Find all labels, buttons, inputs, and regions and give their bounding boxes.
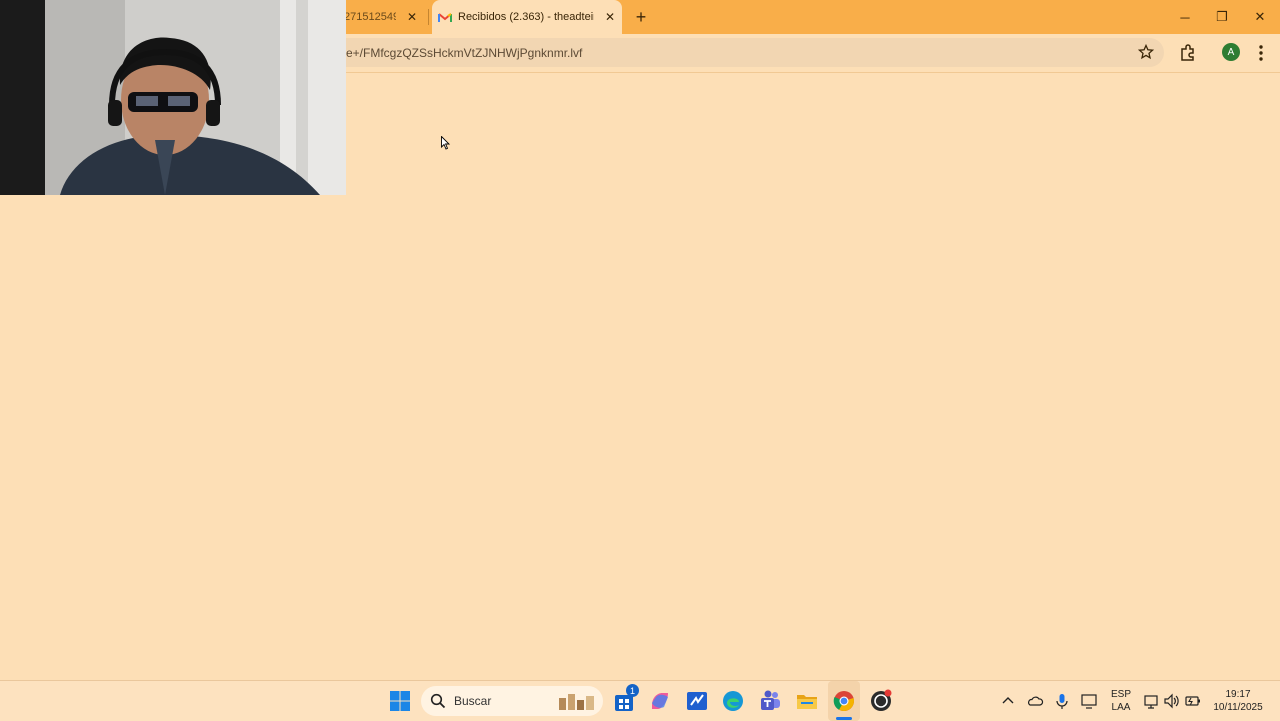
webcam-person-image [0, 0, 346, 195]
restore-button[interactable]: ❐ [1203, 0, 1241, 34]
taskbar-clock[interactable]: 19:17 10/11/2025 [1207, 688, 1269, 714]
tab-close-icon[interactable]: ✕ [602, 9, 618, 25]
tab-label: 271512549 [344, 11, 396, 23]
address-url: e+/FMfcgzQZSsHckmVtZJNHWjPgnknmr.lvf [346, 45, 583, 60]
language-line2: LAA [1111, 702, 1131, 713]
close-window-button[interactable]: ✕ [1241, 0, 1279, 34]
gmail-icon [438, 12, 452, 23]
tab-label: Recibidos (2.363) - theadteinzk [458, 11, 594, 23]
microphone-icon[interactable] [1054, 692, 1070, 710]
edge-icon[interactable] [721, 689, 745, 713]
display-icon[interactable] [1080, 692, 1098, 710]
store-icon[interactable]: 1 [612, 684, 639, 713]
mouse-cursor-icon [441, 136, 451, 150]
chrome-icon [833, 691, 854, 712]
chevron-up-icon[interactable] [1000, 693, 1016, 709]
todo-icon[interactable] [685, 689, 709, 713]
taskbar-search-box[interactable]: Buscar [421, 686, 603, 716]
chrome-taskbar-button[interactable] [828, 681, 860, 721]
clock-date: 10/11/2025 [1213, 702, 1263, 713]
copilot-icon[interactable] [648, 689, 672, 713]
teams-icon[interactable] [758, 689, 782, 713]
webcam-overlay [0, 0, 346, 195]
profile-avatar[interactable]: A [1222, 43, 1240, 61]
extensions-icon[interactable] [1178, 43, 1198, 63]
language-line1: ESP [1110, 689, 1131, 700]
clock-time: 19:17 [1225, 689, 1251, 700]
file-explorer-icon[interactable] [795, 689, 819, 713]
tab-active[interactable]: Recibidos (2.363) - theadteinzk ✕ [432, 0, 622, 34]
language-indicator[interactable]: ESP LAA [1108, 688, 1134, 714]
obs-icon[interactable] [869, 689, 893, 713]
store-badge: 1 [626, 684, 639, 697]
volume-icon[interactable] [1163, 692, 1181, 710]
network-icon[interactable] [1143, 692, 1161, 710]
battery-icon[interactable] [1184, 692, 1202, 710]
bookmark-star-icon[interactable] [1138, 44, 1154, 60]
windows-start-icon[interactable] [388, 689, 412, 713]
new-tab-button[interactable]: + [631, 7, 651, 27]
tab-close-icon[interactable]: ✕ [404, 9, 420, 25]
tab-inactive[interactable]: 271512549 ✕ [344, 0, 426, 34]
browser-menu-icon[interactable] [1253, 43, 1269, 63]
address-bar[interactable]: e+/FMfcgzQZSsHckmVtZJNHWjPgnknmr.lvf [330, 38, 1164, 67]
search-icon [430, 693, 446, 709]
tab-separator [428, 9, 429, 25]
search-placeholder: Buscar [454, 694, 492, 708]
minimize-button[interactable]: ─ [1166, 0, 1204, 34]
taskbar: Buscar 1 ESP LAA 19:17 10/11/2025 [0, 680, 1280, 721]
widgets-icon[interactable] [557, 690, 599, 712]
onedrive-icon[interactable] [1026, 692, 1044, 710]
